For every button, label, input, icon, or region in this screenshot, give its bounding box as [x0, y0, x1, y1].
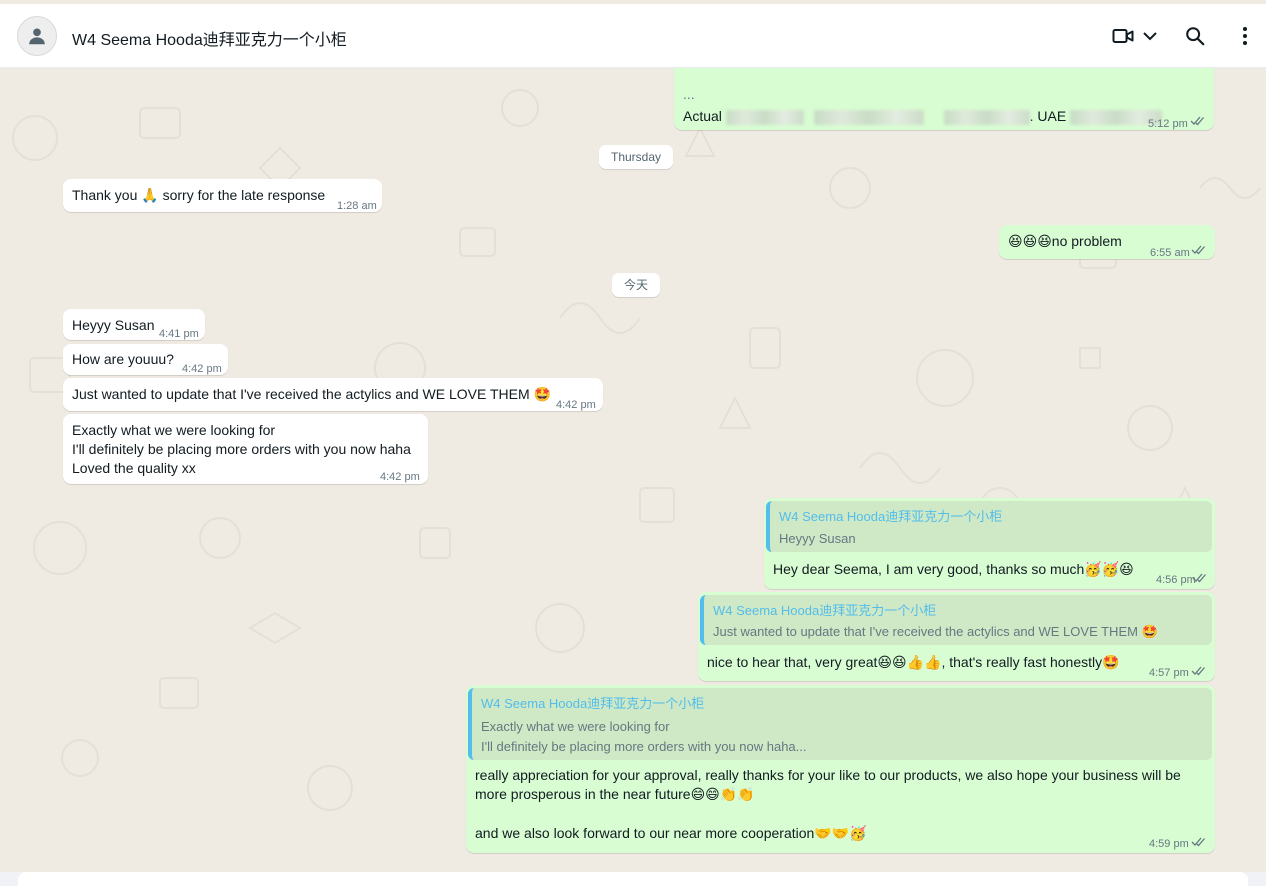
outgoing-message[interactable]: 😆😆😆no problem 6:55 am [999, 225, 1215, 259]
incoming-message[interactable]: Heyyy Susan 4:41 pm [63, 309, 205, 340]
message-text-line: really appreciation for your approval, r… [475, 767, 1181, 783]
message-text: Just wanted to update that I've received… [72, 386, 551, 402]
message-time: 1:28 am [337, 200, 377, 212]
message-text: 😆😆😆no problem [1008, 233, 1122, 249]
message-time: 6:55 am [1150, 247, 1190, 259]
quote-author: W4 Seema Hooda迪拜亚克力一个小柜 [713, 603, 937, 618]
message-time: 4:56 pm [1156, 574, 1196, 586]
message-time: 4:59 pm [1149, 838, 1189, 850]
read-ticks-icon [1191, 837, 1205, 847]
outgoing-reply-message[interactable]: W4 Seema Hooda迪拜亚克力一个小柜 Just wanted to u… [698, 592, 1215, 681]
redacted-text [725, 109, 804, 125]
message-text-truncated: ... [683, 86, 695, 102]
incoming-message[interactable]: Just wanted to update that I've received… [63, 378, 603, 411]
message-time: 4:42 pm [182, 363, 222, 375]
message-text: nice to hear that, very great😆😆👍👍, that'… [707, 654, 1120, 670]
read-ticks-icon [1191, 245, 1205, 255]
message-text: How are youuu? [72, 351, 174, 367]
quoted-message[interactable]: W4 Seema Hooda迪拜亚克力一个小柜 Exactly what we … [468, 688, 1212, 760]
chat-messages-area[interactable]: ... Actual . UAE 5:12 pm Thursday Thank … [0, 68, 1266, 872]
quote-text: Heyyy Susan [779, 531, 856, 546]
contact-avatar[interactable] [17, 16, 57, 56]
message-input-box[interactable] [18, 872, 1248, 886]
redacted-text [943, 109, 1030, 125]
message-text: Heyyy Susan [72, 317, 155, 333]
search-icon[interactable] [1183, 24, 1207, 48]
person-icon [29, 28, 45, 45]
read-ticks-icon [1191, 666, 1205, 676]
quoted-message[interactable]: W4 Seema Hooda迪拜亚克力一个小柜 Heyyy Susan [766, 501, 1212, 552]
quote-text: Just wanted to update that I've received… [713, 624, 1158, 639]
read-ticks-icon [1192, 573, 1206, 583]
quote-text-line: Exactly what we were looking for [481, 719, 670, 734]
incoming-message[interactable]: Exactly what we were looking for I'll de… [63, 414, 428, 484]
quote-text-line: I'll definitely be placing more orders w… [481, 739, 807, 754]
message-text-line: Loved the quality xx [72, 460, 196, 476]
incoming-message[interactable]: Thank you 🙏 sorry for the late response … [63, 179, 382, 212]
outgoing-message[interactable]: ... Actual . UAE 5:12 pm [674, 68, 1214, 130]
chevron-down-icon[interactable] [1138, 24, 1162, 48]
chat-header: W4 Seema Hooda迪拜亚克力一个小柜 [0, 4, 1266, 68]
date-divider: Thursday [599, 145, 673, 169]
chat-title[interactable]: W4 Seema Hooda迪拜亚克力一个小柜 [72, 26, 347, 50]
message-text-line: and we also look forward to our near mor… [475, 825, 867, 841]
outgoing-reply-message[interactable]: W4 Seema Hooda迪拜亚克力一个小柜 Exactly what we … [466, 685, 1215, 853]
quoted-message[interactable]: W4 Seema Hooda迪拜亚克力一个小柜 Just wanted to u… [700, 595, 1212, 645]
message-text-line: I'll definitely be placing more orders w… [72, 441, 411, 457]
outgoing-reply-message[interactable]: W4 Seema Hooda迪拜亚克力一个小柜 Heyyy Susan Hey … [764, 498, 1215, 589]
message-text-line: Exactly what we were looking for [72, 422, 276, 438]
quote-author: W4 Seema Hooda迪拜亚克力一个小柜 [779, 509, 1003, 524]
message-time: 4:42 pm [556, 399, 596, 411]
read-ticks-icon [1190, 116, 1204, 126]
message-time: 4:57 pm [1149, 667, 1189, 679]
quote-author: W4 Seema Hooda迪拜亚克力一个小柜 [481, 696, 705, 711]
message-time: 4:41 pm [159, 328, 199, 340]
message-time: 5:12 pm [1148, 118, 1188, 130]
more-vertical-icon[interactable] [1233, 24, 1257, 48]
message-text: Thank you 🙏 sorry for the late response [72, 187, 326, 203]
message-text: Hey dear Seema, I am very good, thanks s… [773, 561, 1134, 577]
message-time: 4:42 pm [380, 471, 420, 483]
message-text-line: more prosperous in the near future😄😄👏👏 [475, 786, 755, 802]
redacted-text [813, 109, 924, 125]
incoming-message[interactable]: How are youuu? 4:42 pm [63, 344, 228, 375]
message-text: Actual . UAE [683, 107, 1163, 126]
date-divider: 今天 [612, 273, 660, 297]
video-call-icon[interactable] [1111, 24, 1135, 48]
